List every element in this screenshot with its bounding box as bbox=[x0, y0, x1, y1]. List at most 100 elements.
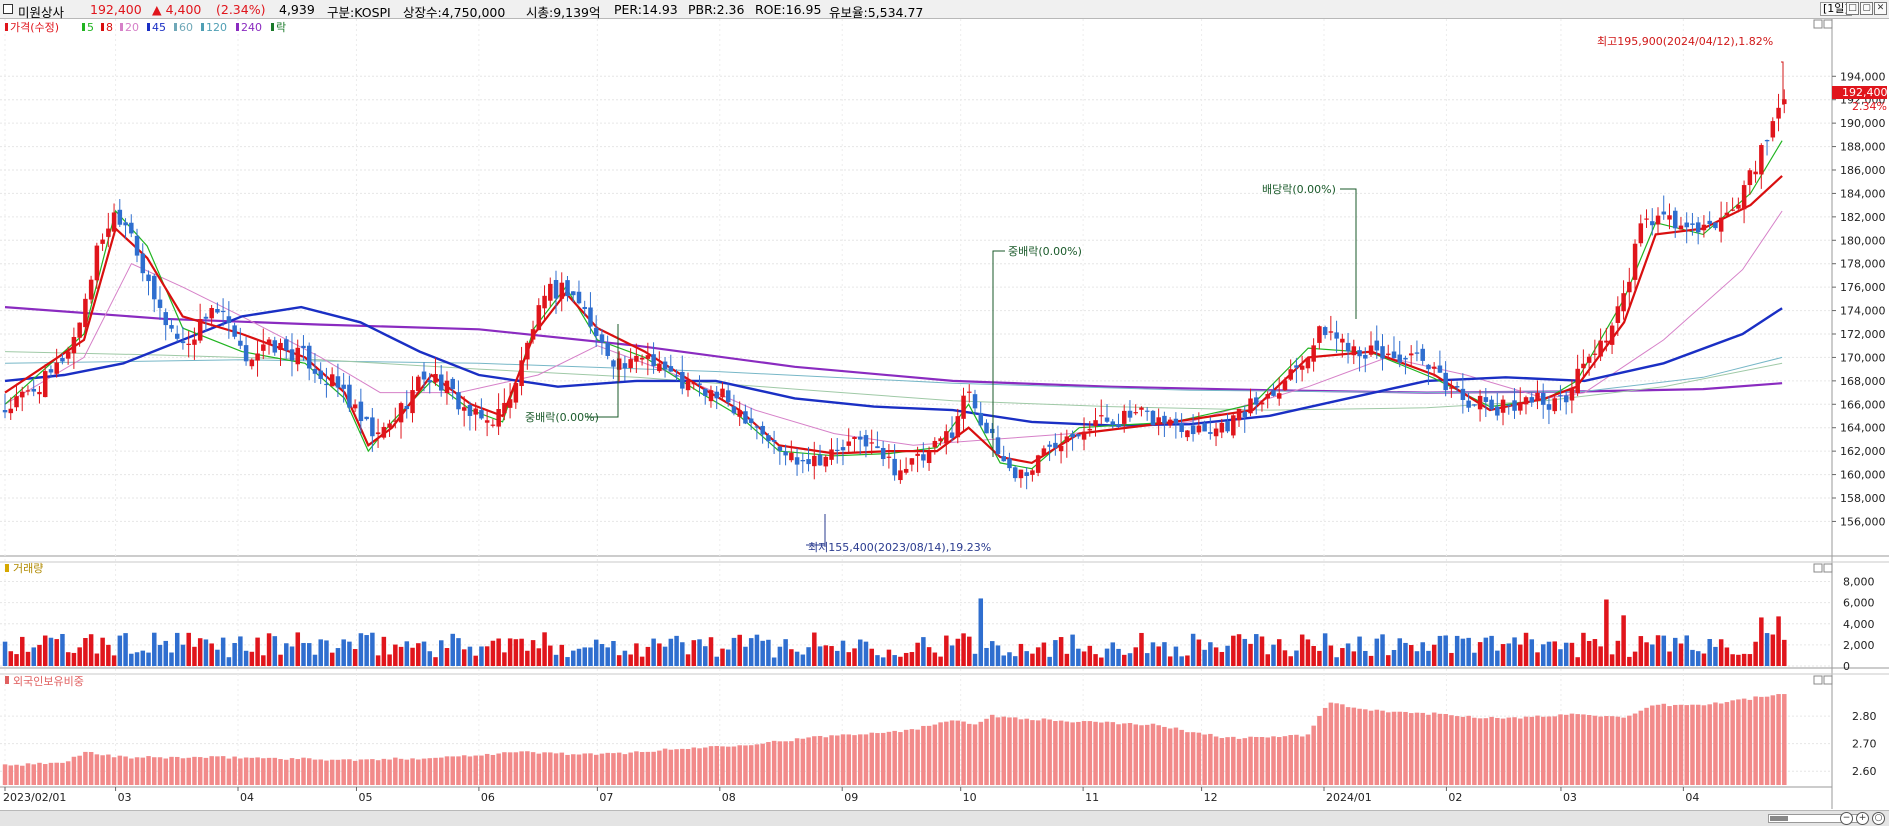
volume-bar bbox=[502, 652, 507, 666]
volume-bar bbox=[1282, 650, 1288, 666]
volume-bar bbox=[129, 653, 134, 666]
foreign-ownership-bar bbox=[812, 736, 817, 785]
volume-bar bbox=[1099, 657, 1104, 666]
volume-bar bbox=[473, 655, 478, 666]
volume-bar bbox=[220, 637, 226, 666]
zoom-reset-icon[interactable]: ○ bbox=[1872, 812, 1885, 825]
volume-bar bbox=[1581, 632, 1586, 666]
foreign-ownership-bar bbox=[1047, 719, 1052, 785]
candle-body bbox=[1741, 185, 1747, 210]
stock-icon bbox=[3, 4, 13, 14]
candle-body bbox=[1466, 400, 1471, 408]
foreign-ownership-bar bbox=[25, 763, 31, 785]
foreign-ownership-bar bbox=[1678, 704, 1684, 785]
candle-body bbox=[1328, 331, 1334, 333]
candle-body bbox=[1093, 420, 1098, 426]
foreign-ownership-bar bbox=[1707, 704, 1712, 785]
candle-body bbox=[1087, 428, 1093, 431]
candle-body bbox=[662, 361, 668, 370]
legend-swatch bbox=[120, 23, 123, 31]
volume-bar bbox=[1397, 638, 1403, 666]
zoom-in-icon[interactable]: + bbox=[1856, 812, 1869, 825]
volume-bar bbox=[111, 655, 117, 666]
volume-bar bbox=[1408, 645, 1414, 666]
candle-body bbox=[496, 409, 501, 427]
foreign-ownership-bar bbox=[1173, 727, 1179, 785]
scrollbar-thumb[interactable] bbox=[1770, 816, 1788, 821]
foreign-ownership-bar bbox=[163, 758, 169, 785]
foreign-ownership-bar bbox=[1116, 724, 1121, 785]
volume-bar bbox=[1340, 648, 1345, 666]
volume-bar bbox=[284, 643, 289, 666]
volume-bar bbox=[318, 639, 323, 666]
foreign-ownership-bar bbox=[272, 757, 278, 785]
volume-bar bbox=[1357, 636, 1362, 666]
current-price: 192,400 bbox=[90, 2, 142, 17]
foreign-ownership-bar bbox=[789, 741, 794, 785]
legend-label: 20 bbox=[125, 21, 139, 34]
volume-bar bbox=[100, 637, 105, 666]
volume-bar bbox=[1225, 645, 1230, 666]
volume-bar bbox=[312, 654, 318, 666]
volume-bar bbox=[1747, 654, 1753, 666]
candle-body bbox=[530, 329, 536, 340]
foreign-ownership-bar bbox=[1684, 705, 1689, 785]
volume-bar bbox=[651, 638, 656, 666]
foreign-ownership-bar bbox=[1248, 736, 1253, 785]
candle-body bbox=[1374, 340, 1380, 351]
volume-bar bbox=[163, 640, 169, 666]
foreign-ownership-bar bbox=[490, 754, 496, 785]
foreign-ownership-bar bbox=[909, 729, 915, 785]
x-tick-label: 08 bbox=[722, 791, 736, 804]
foreign-ownership-bar bbox=[639, 752, 645, 785]
foreign-tick-label: 2.70 bbox=[1852, 738, 1877, 751]
legend-swatch bbox=[101, 23, 104, 31]
volume-bar bbox=[1575, 657, 1580, 666]
price-tick-label: 158,000 bbox=[1840, 492, 1886, 505]
candle-body bbox=[467, 404, 473, 416]
x-tick-label: 04 bbox=[1685, 791, 1699, 804]
volume-bar bbox=[272, 636, 278, 666]
restore-icon[interactable]: ▢ bbox=[1860, 2, 1873, 15]
candle-body bbox=[875, 446, 880, 449]
volume-bar bbox=[588, 647, 593, 666]
volume-bar bbox=[1179, 656, 1184, 666]
candle-body bbox=[1282, 380, 1288, 391]
foreign-ownership-bar bbox=[1133, 724, 1138, 785]
volume-bar bbox=[496, 638, 501, 666]
volume-bar bbox=[903, 652, 909, 666]
candle-body bbox=[1518, 402, 1523, 411]
maximize-icon[interactable]: □ bbox=[1846, 2, 1859, 15]
candle-body bbox=[186, 343, 191, 345]
volume-bar bbox=[1185, 655, 1190, 666]
foreign-ownership-bar bbox=[1041, 718, 1047, 785]
foreign-ownership-bar bbox=[1276, 737, 1282, 785]
foreign-ownership-bar bbox=[203, 757, 209, 785]
volume-bar bbox=[209, 643, 214, 666]
volume-bar bbox=[1007, 652, 1012, 666]
candle-body bbox=[823, 456, 829, 467]
candle-body bbox=[341, 384, 346, 389]
candle-body bbox=[921, 454, 926, 461]
volume-bar bbox=[662, 646, 668, 666]
foreign-ownership-bar bbox=[370, 759, 375, 785]
zoom-out-icon[interactable]: − bbox=[1840, 812, 1853, 825]
volume-bar bbox=[657, 643, 662, 666]
candle-body bbox=[582, 306, 587, 310]
foreign-ownership-bar bbox=[1673, 704, 1678, 785]
foreign-ownership-bar bbox=[593, 754, 599, 785]
candle-body bbox=[318, 370, 323, 379]
candle-body bbox=[1736, 204, 1741, 209]
candle-body bbox=[347, 384, 352, 408]
candle-body bbox=[1345, 342, 1351, 352]
candle-body bbox=[852, 437, 857, 439]
foreign-ownership-bar bbox=[720, 746, 725, 785]
foreign-ownership-bar bbox=[995, 717, 1001, 785]
volume-bar bbox=[134, 652, 140, 666]
foreign-ownership-bar bbox=[651, 751, 656, 785]
dividend-annotation-3: 배당락(0.00%) bbox=[1262, 183, 1336, 196]
foreign-ownership-bar bbox=[548, 752, 553, 785]
close-icon[interactable]: ✕ bbox=[1874, 2, 1887, 15]
candle-body bbox=[611, 360, 616, 367]
stock-chart[interactable]: 2023/02/01 03 04 05 06 07 08 09 10 11 12 2024/01 02 0… bbox=[0, 19, 1889, 810]
